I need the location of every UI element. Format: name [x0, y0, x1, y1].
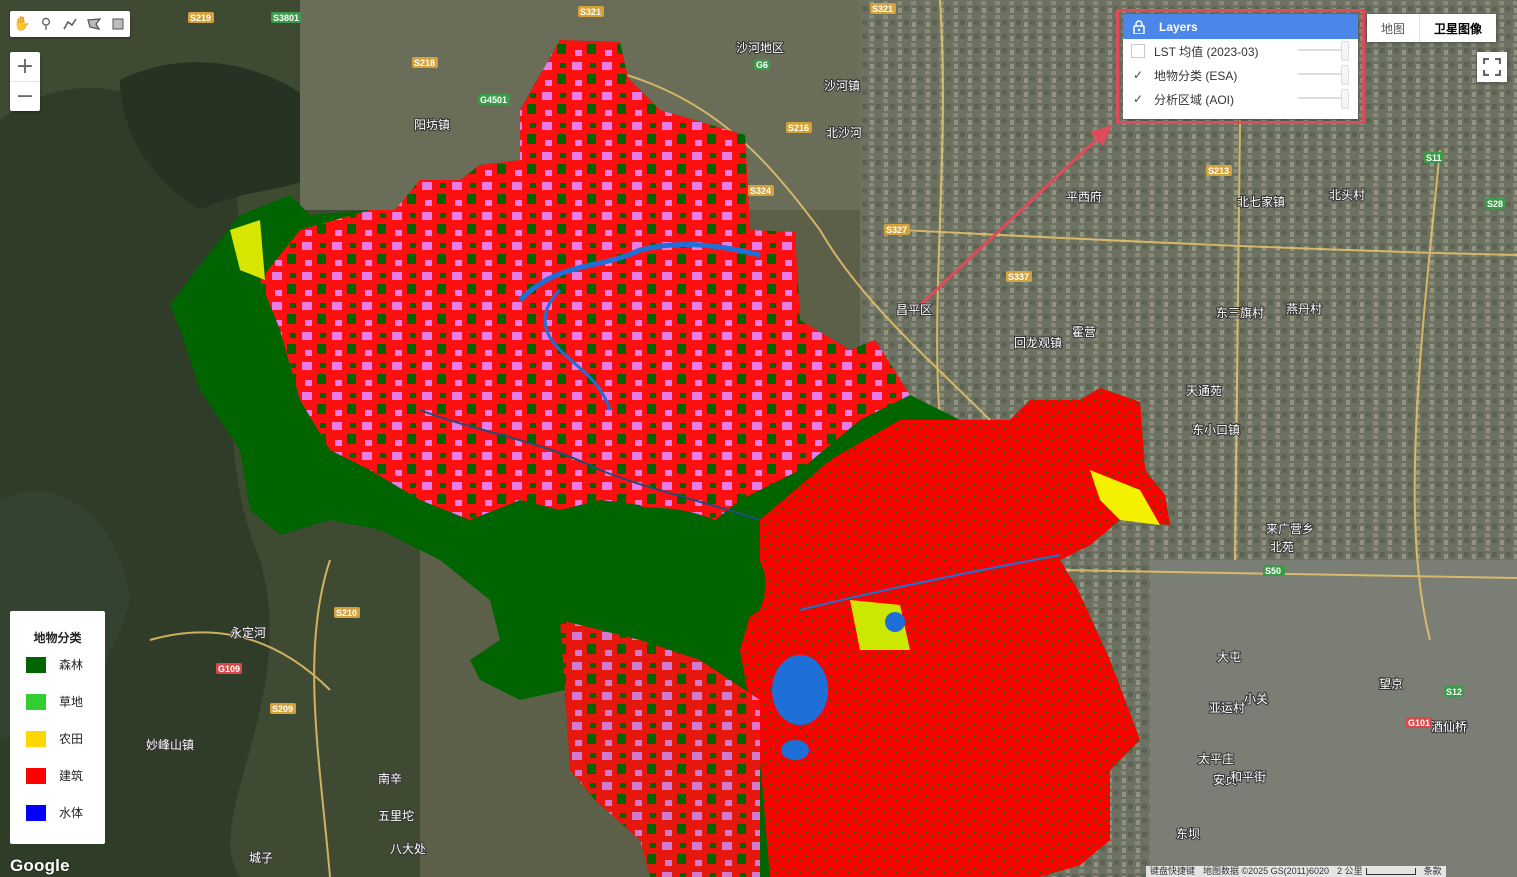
legend-swatch	[26, 730, 46, 747]
legend-label: 水体	[59, 806, 84, 820]
zoom-control: + −	[10, 52, 40, 111]
svg-text:S3801: S3801	[273, 13, 299, 23]
place-label: 天通苑	[1186, 384, 1222, 398]
hand-tool-icon[interactable]: ✋	[10, 11, 34, 37]
fullscreen-button[interactable]	[1477, 52, 1507, 82]
polygon-tool-icon[interactable]	[82, 11, 106, 37]
scale-text: 2 公里	[1337, 866, 1363, 876]
place-label: 昌平区	[896, 303, 932, 317]
svg-text:G109: G109	[218, 664, 240, 674]
annotation-highlight-box	[1116, 9, 1365, 124]
place-label: 永定河	[230, 625, 266, 640]
svg-text:G4501: G4501	[480, 95, 507, 105]
svg-text:S219: S219	[190, 13, 211, 23]
place-label: 小关	[1244, 692, 1268, 706]
map-type-map-button[interactable]: 地图	[1367, 14, 1419, 42]
legend-item-grassland: 草地	[10, 683, 105, 720]
legend: 地物分类 森林 草地 农田 建筑 水体	[10, 611, 105, 844]
legend-label: 草地	[59, 695, 84, 709]
legend-item-forest: 森林	[10, 646, 105, 683]
rectangle-tool-icon[interactable]	[106, 11, 130, 37]
zoom-out-button[interactable]: −	[10, 81, 40, 111]
place-label: 沙河地区	[736, 41, 784, 55]
google-logo: Google	[10, 856, 70, 875]
legend-item-cropland: 农田	[10, 720, 105, 757]
svg-text:G6: G6	[756, 60, 768, 70]
legend-item-water: 水体	[10, 794, 105, 831]
svg-text:S28: S28	[1487, 199, 1503, 209]
place-label: 北沙河	[826, 126, 862, 140]
legend-swatch	[26, 693, 46, 710]
svg-text:S50: S50	[1265, 566, 1281, 576]
place-label: 来广营乡	[1266, 522, 1314, 536]
svg-text:S321: S321	[580, 7, 601, 17]
svg-text:S321: S321	[872, 4, 893, 14]
line-tool-icon[interactable]	[58, 11, 82, 37]
legend-label: 森林	[59, 658, 84, 672]
scale-bar	[1365, 868, 1416, 876]
svg-text:S324: S324	[750, 186, 771, 196]
place-label: 酒仙桥	[1431, 720, 1467, 734]
place-label: 妙峰山镇	[146, 738, 194, 752]
place-label: 城子	[249, 851, 273, 865]
map-data-attribution: 地图数据 ©2025 GS(2011)6020	[1203, 866, 1330, 876]
legend-swatch	[26, 767, 46, 784]
legend-swatch	[26, 804, 46, 821]
place-label: 平西府	[1066, 189, 1102, 204]
map-type-satellite-button[interactable]: 卫星图像	[1419, 14, 1496, 42]
legend-item-builtup: 建筑	[10, 757, 105, 794]
point-tool-icon[interactable]: ⚲	[34, 11, 58, 37]
place-label: 霍营	[1072, 325, 1096, 339]
zoom-in-button[interactable]: +	[10, 52, 40, 81]
legend-label: 农田	[59, 732, 84, 746]
place-label: 北苑	[1270, 540, 1294, 554]
svg-text:S12: S12	[1446, 687, 1462, 697]
place-label: 东坝	[1176, 827, 1200, 841]
fullscreen-icon	[1483, 58, 1501, 76]
place-label: 沙河镇	[824, 79, 860, 93]
terms-link[interactable]: 条款	[1420, 866, 1446, 877]
place-label: 五里坨	[378, 808, 414, 823]
svg-text:S213: S213	[1208, 166, 1229, 176]
svg-text:S218: S218	[414, 58, 435, 68]
svg-text:S327: S327	[886, 225, 907, 235]
place-label: 太平庄	[1198, 751, 1234, 766]
svg-text:G101: G101	[1408, 718, 1430, 728]
svg-text:S337: S337	[1008, 272, 1029, 282]
place-label: 东三旗村	[1216, 305, 1264, 320]
place-label: 亚运村	[1209, 701, 1245, 715]
legend-swatch	[26, 656, 46, 673]
svg-text:S209: S209	[272, 704, 293, 714]
legend-label: 建筑	[59, 769, 84, 783]
drawing-toolbar: ✋ ⚲	[10, 11, 130, 37]
place-label: 北七家镇	[1237, 194, 1285, 209]
svg-text:S11: S11	[1426, 153, 1442, 163]
legend-title: 地物分类	[33, 631, 82, 645]
keyboard-shortcuts-link[interactable]: 键盘快捷键	[1146, 866, 1199, 877]
svg-text:S216: S216	[788, 123, 809, 133]
place-label: 南辛	[378, 771, 402, 786]
place-label: 八大处	[390, 842, 426, 856]
satellite-map[interactable]: 阳坊镇 沙河地区 沙河镇 北沙河 昌平区 回龙观镇 天通苑 东小口镇 北七家镇 …	[0, 0, 1517, 877]
map-footer: 键盘快捷键 地图数据 ©2025 GS(2011)6020 2 公里 条款	[1146, 866, 1446, 877]
place-label: 和平街	[1230, 770, 1266, 784]
svg-text:S210: S210	[336, 608, 357, 618]
place-label: 大屯	[1217, 650, 1241, 664]
place-label: 燕丹村	[1286, 302, 1322, 316]
place-label: 阳坊镇	[414, 117, 450, 132]
place-label: 东小口镇	[1192, 423, 1240, 437]
map-type-control: 地图 卫星图像	[1367, 14, 1497, 42]
place-label: 北头村	[1329, 188, 1365, 202]
place-label: 回龙观镇	[1014, 336, 1062, 350]
scale-label[interactable]: 2 公里	[1333, 866, 1420, 877]
place-label: 望京	[1379, 677, 1403, 691]
